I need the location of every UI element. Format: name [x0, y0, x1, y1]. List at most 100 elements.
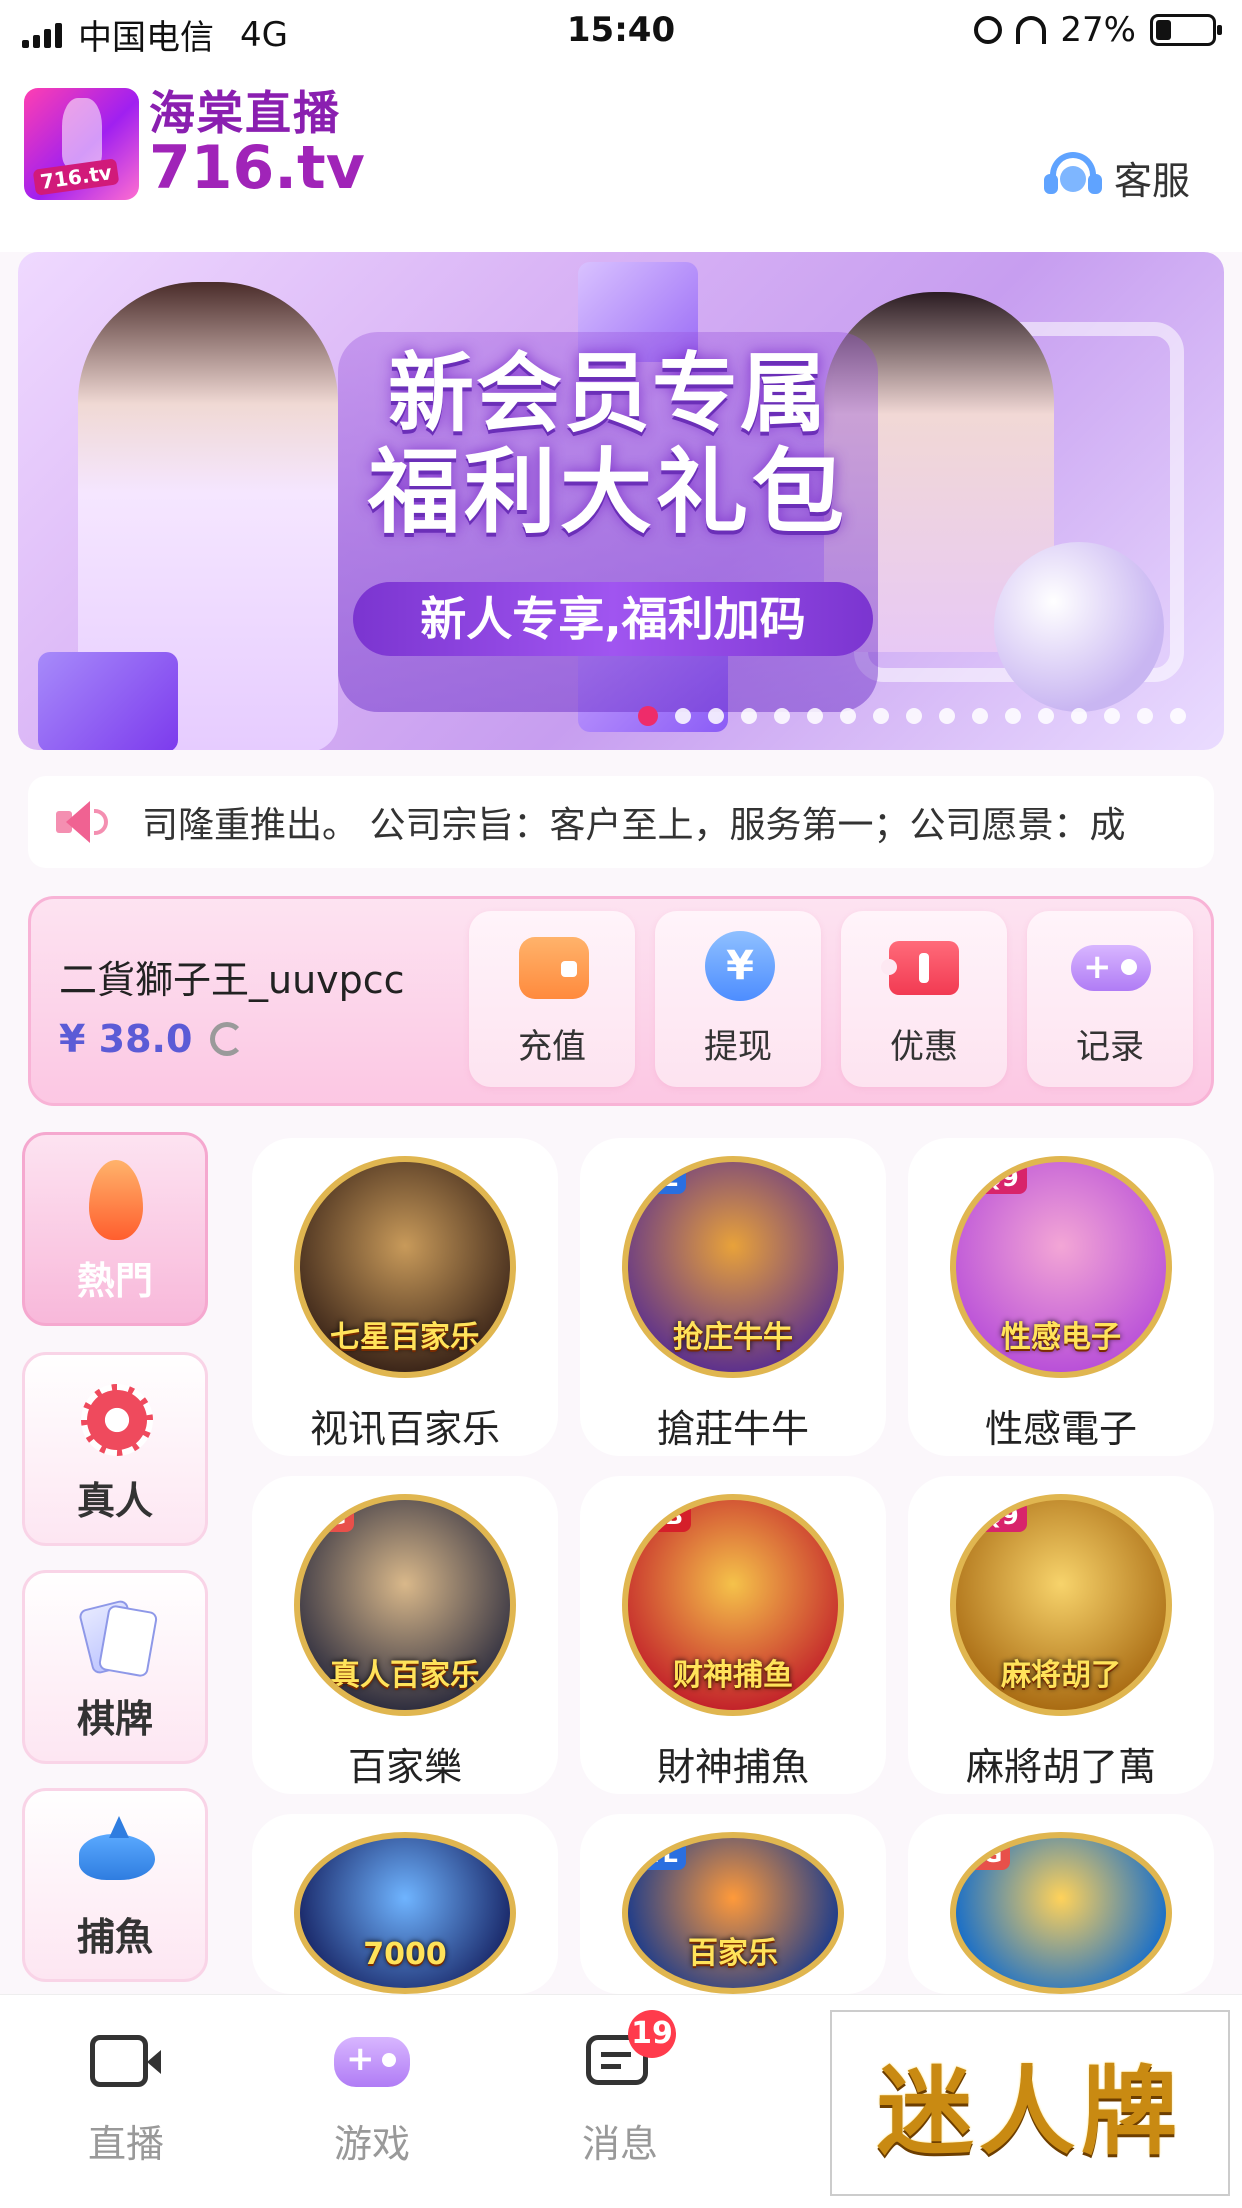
game-art-title: 真人百家乐 — [330, 1658, 480, 1693]
username: 二貨獅子王_uuvpcc — [59, 958, 405, 1002]
game-art-title: 财神捕鱼 — [673, 1658, 793, 1693]
banner-subtitle: 新人专享,福利加码 — [353, 582, 873, 656]
pagination-dot[interactable] — [939, 708, 955, 724]
pagination-dot[interactable] — [807, 708, 823, 724]
tab-live[interactable]: 直播 — [46, 2031, 206, 2168]
game-tile[interactable]: JDB 财神捕鱼 財神捕魚 — [580, 1476, 886, 1794]
pagination-dot[interactable] — [1071, 708, 1087, 724]
announcement-text: 司隆重推出。 公司宗旨：客户至上，服务第一；公司愿景：成 — [142, 805, 1126, 846]
provider-badge: AG — [300, 1500, 355, 1532]
pagination-dot[interactable] — [1170, 708, 1186, 724]
banner-ball — [994, 542, 1164, 712]
battery-icon — [1150, 14, 1222, 46]
game-art-title: 百家乐 — [688, 1936, 778, 1971]
pagination-dot[interactable] — [873, 708, 889, 724]
customer-service-button[interactable]: 客服 — [1043, 148, 1190, 206]
provider-badge: AG — [956, 1838, 1011, 1870]
wallet-actions: 充值 ¥ 提现 优惠 记录 — [469, 911, 1193, 1087]
status-right: 27% — [974, 10, 1222, 50]
promo-logo[interactable]: 迷人牌 — [830, 2010, 1230, 2196]
category-hot[interactable]: 熱門 — [22, 1132, 208, 1326]
pagination-dot[interactable] — [1137, 708, 1153, 724]
logo-en: 716.tv — [149, 133, 365, 203]
game-tile[interactable]: AG 真人百家乐 百家樂 — [252, 1476, 558, 1794]
promotions-label: 优惠 — [890, 1026, 958, 1067]
game-tile[interactable]: 7000 — [252, 1814, 558, 1994]
logo-image: 716.tv — [24, 88, 139, 200]
game-tile[interactable]: S 七星百家乐视讯百家乐 — [252, 1138, 558, 1456]
category-live[interactable]: 真人 — [22, 1352, 208, 1546]
game-tile[interactable]: CQ9 麻将胡了麻將胡了萬 — [908, 1476, 1214, 1794]
pagination-dot[interactable] — [638, 706, 658, 726]
game-thumbnail: AG 真人百家乐 — [294, 1494, 516, 1716]
pagination-dot[interactable] — [840, 708, 856, 724]
tab-games[interactable]: 游戏 — [292, 2031, 452, 2168]
pagination-dot[interactable] — [906, 708, 922, 724]
promotions-button[interactable]: 优惠 — [841, 911, 1007, 1087]
banner-title-line2: 福利大礼包 — [367, 438, 848, 546]
promo-text: 迷人牌 — [877, 2054, 1183, 2168]
yen-icon: ¥ — [699, 930, 777, 1001]
chip-icon — [75, 1380, 155, 1460]
logo-cn: 海棠直播 — [149, 86, 341, 140]
game-thumbnail: S 七星百家乐 — [294, 1156, 516, 1378]
gift-icon — [38, 652, 178, 750]
game-tile[interactable]: WL 抢庄牛牛搶莊牛牛 — [580, 1138, 886, 1456]
refresh-icon[interactable] — [210, 1022, 245, 1056]
game-tile[interactable]: WL 百家乐 — [580, 1814, 886, 1994]
game-thumbnail: WL 百家乐 — [622, 1832, 844, 1994]
tab-messages[interactable]: 消息 — [540, 2031, 700, 2168]
pagination-dot[interactable] — [708, 708, 724, 724]
logo-tag: 716.tv — [32, 158, 120, 196]
pagination-dot[interactable] — [741, 708, 757, 724]
provider-badge: JDB — [628, 1500, 692, 1532]
game-name: 视讯百家乐 — [309, 1407, 500, 1451]
cards-icon — [75, 1598, 159, 1678]
customer-service-label: 客服 — [1113, 158, 1190, 203]
headphones-icon — [1016, 16, 1047, 44]
provider-badge: WL — [628, 1162, 686, 1194]
status-bar: 中国电信 4G 15:40 27% — [0, 0, 1242, 62]
gamepad-icon — [334, 2031, 410, 2091]
announcement-bar[interactable]: 司隆重推出。 公司宗旨：客户至上，服务第一；公司愿景：成 — [28, 776, 1214, 868]
withdraw-label: 提现 — [704, 1026, 772, 1067]
game-art-title: 抢庄牛牛 — [673, 1320, 793, 1355]
game-thumbnail: CQ9 性感电子 — [950, 1156, 1172, 1378]
promo-banner[interactable]: 新会员专属 福利大礼包 新人专享,福利加码 — [18, 252, 1224, 750]
provider-badge: CQ9 — [956, 1500, 1027, 1532]
deposit-button[interactable]: 充值 — [469, 911, 635, 1087]
balance-amount: ¥ 38.0 — [59, 1017, 193, 1061]
pagination-dot[interactable] — [1038, 708, 1054, 724]
game-name: 麻將胡了萬 — [965, 1745, 1156, 1789]
balance: ¥ 38.0 — [59, 1017, 245, 1061]
logo-text: 海棠直播 716.tv — [149, 90, 365, 198]
withdraw-button[interactable]: ¥ 提现 — [655, 911, 821, 1087]
category-label: 熱門 — [76, 1259, 153, 1303]
banner-title-line1: 新会员专属 — [388, 344, 828, 444]
wallet-icon — [513, 931, 591, 1001]
deposit-label: 充值 — [518, 1026, 586, 1067]
pagination-dot[interactable] — [972, 708, 988, 724]
headset-icon — [1043, 148, 1102, 206]
pagination-dot[interactable] — [675, 708, 691, 724]
pagination-dot[interactable] — [1104, 708, 1120, 724]
battery-percent: 27% — [1060, 10, 1136, 50]
banner-pagination[interactable] — [638, 706, 1186, 726]
pagination-dot[interactable] — [774, 708, 790, 724]
game-thumbnail: WL 抢庄牛牛 — [622, 1156, 844, 1378]
tab-label: 直播 — [87, 2122, 164, 2166]
game-name: 搶莊牛牛 — [656, 1407, 809, 1451]
records-button[interactable]: 记录 — [1027, 911, 1193, 1087]
app-logo[interactable]: 716.tv 海棠直播 716.tv — [24, 88, 365, 200]
category-cards[interactable]: 棋牌 — [22, 1570, 208, 1764]
flame-icon — [75, 1160, 155, 1240]
game-art-title: 7000 — [363, 1937, 447, 1972]
game-tile[interactable]: CQ9 性感电子性感電子 — [908, 1138, 1214, 1456]
pagination-dot[interactable] — [1005, 708, 1021, 724]
message-count-badge: 19 — [628, 2010, 676, 2058]
game-art-title: 麻将胡了 — [1001, 1658, 1121, 1693]
banner-title: 新会员专属 福利大礼包 — [318, 347, 898, 543]
category-fishing[interactable]: 捕魚 — [22, 1788, 208, 1982]
game-name: 性感電子 — [984, 1407, 1137, 1451]
game-tile[interactable]: AG — [908, 1814, 1214, 1994]
